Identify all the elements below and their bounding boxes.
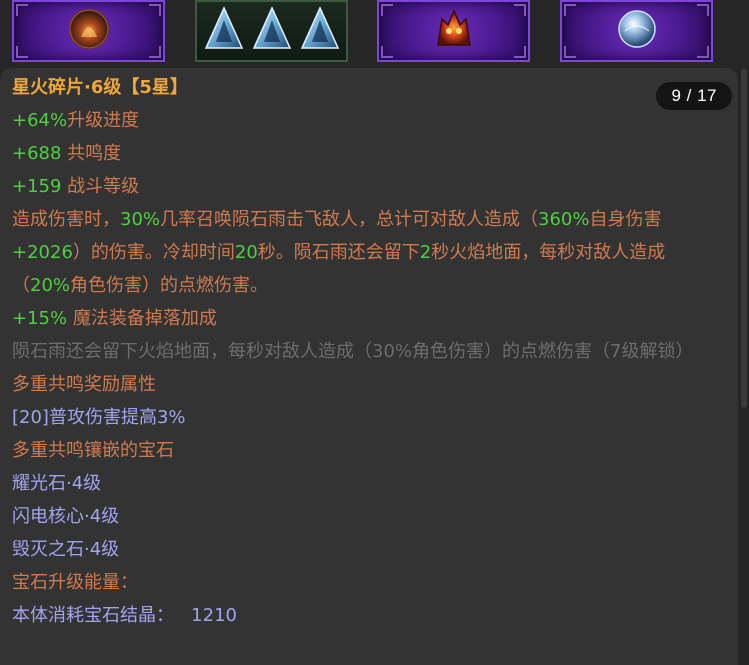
- stat-label: 魔法装备掉落加成: [67, 308, 217, 329]
- desc-value: 360%: [538, 209, 590, 230]
- fire-orb-icon: [67, 7, 111, 55]
- resonance-bonus-value: [20]普攻伤害提高3%: [12, 407, 186, 428]
- equipment-slot-3[interactable]: [377, 0, 530, 62]
- desc-value: 2: [419, 242, 432, 263]
- page-counter-badge: 9 / 17: [656, 82, 732, 110]
- resonance-bonus-header: 多重共鸣奖励属性: [12, 374, 156, 395]
- desc-value: 30%: [120, 209, 161, 230]
- stat-value: +64%: [12, 110, 68, 131]
- stat-resonance: +688 共鸣度: [12, 137, 738, 170]
- gem-item: 耀光石·4级: [12, 473, 102, 494]
- stat-value: +15%: [12, 308, 68, 329]
- equipment-slot-strip: [0, 0, 749, 72]
- equipment-slot-2[interactable]: [195, 0, 348, 62]
- tooltip-scrollbar[interactable]: [740, 68, 748, 665]
- item-title: 星火碎片·6级【5星】: [12, 77, 188, 98]
- desc-text: 秒火焰地面，每秒对敌人造成: [431, 242, 666, 263]
- desc-value: +2026: [12, 242, 73, 263]
- resonance-gems-header: 多重共鸣镶嵌的宝石: [12, 440, 174, 461]
- stat-upgrade-progress: +64%升级进度: [12, 104, 738, 137]
- stat-label: 战斗等级: [61, 176, 140, 197]
- stat-label: 升级进度: [67, 110, 140, 131]
- desc-text: （: [12, 275, 30, 296]
- scrollbar-thumb[interactable]: [741, 68, 747, 408]
- stat-magic-drop: +15% 魔法装备掉落加成: [12, 302, 738, 335]
- gem-energy-header: 宝石升级能量：: [12, 572, 138, 593]
- stat-combat-level: +159 战斗等级: [12, 170, 738, 203]
- frost-sphere-icon: [615, 7, 659, 55]
- desc-value: 20%: [30, 275, 71, 296]
- equipment-slot-1[interactable]: [12, 0, 165, 62]
- gem-item: 闪电核心·4级: [12, 506, 120, 527]
- triple-crystal-icon: [202, 4, 342, 58]
- desc-text: 秒。陨石雨还会留下: [257, 242, 420, 263]
- effect-description: 造成伤害时，30%几率召唤陨石雨击飞敌人，总计可对敌人造成（360%自身伤害 +2…: [12, 203, 722, 302]
- desc-text: 自身伤害: [589, 209, 662, 230]
- gem-energy-cost: 本体消耗宝石结晶： 1210: [12, 605, 237, 626]
- stat-value: +688: [12, 143, 62, 164]
- desc-text: 角色伤害）的点燃伤害。: [70, 275, 269, 296]
- item-tooltip-panel: 9 / 17 星火碎片·6级【5星】 +64%升级进度 +688 共鸣度 +15…: [0, 68, 738, 665]
- desc-value: 20: [234, 242, 258, 263]
- locked-effect-text: 陨石雨还会留下火焰地面，每秒对敌人造成（30%角色伤害）的点燃伤害（7级解锁）: [12, 341, 694, 362]
- desc-text: 造成伤害时，: [12, 209, 120, 230]
- stat-label: 共鸣度: [61, 143, 122, 164]
- gem-item: 毁灭之石·4级: [12, 539, 120, 560]
- magma-beast-icon: [430, 5, 478, 57]
- desc-text: 几率召唤陨石雨击飞敌人，总计可对敌人造成（: [160, 209, 539, 230]
- desc-text: ）的伤害。冷却时间: [72, 242, 235, 263]
- equipment-slot-4[interactable]: [560, 0, 713, 62]
- stat-value: +159: [12, 176, 62, 197]
